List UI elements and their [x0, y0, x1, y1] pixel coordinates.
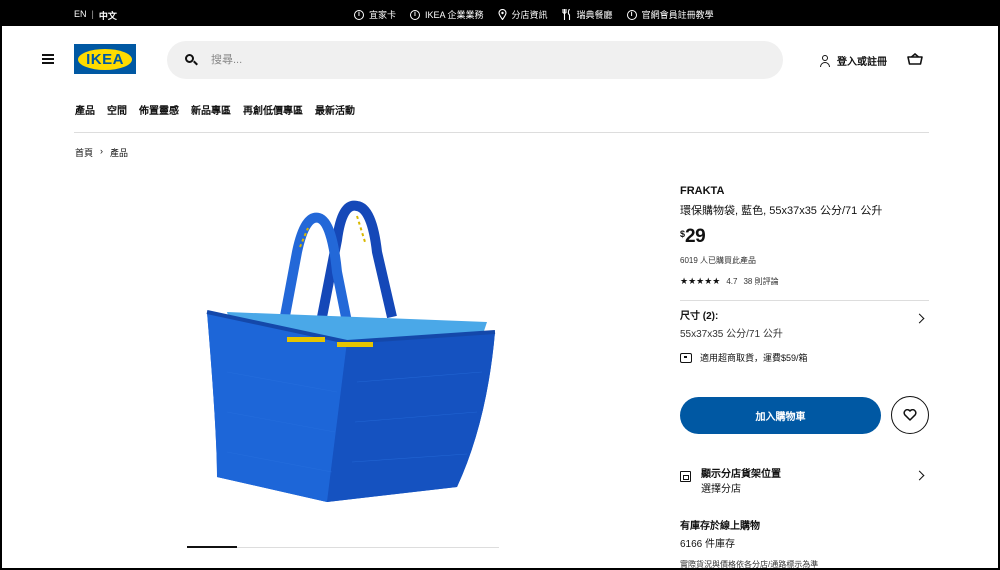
stock-note: 實際貨況與價格依各分店/通路標示為準 [680, 560, 819, 569]
top-link-ikea-card[interactable]: i 宜家卡 [354, 8, 396, 21]
language-switcher: EN | 中文 [74, 9, 117, 22]
ikea-logo[interactable]: IKEA [74, 44, 136, 74]
lang-zh[interactable]: 中文 [99, 9, 117, 22]
main-nav: 產品 空間 佈置靈感 新品專區 再創低價專區 最新活動 [2, 94, 998, 132]
fork-knife-icon [561, 9, 570, 20]
gallery-scroll-thumb[interactable] [187, 546, 237, 548]
info-icon: i [410, 9, 421, 20]
top-link-member-guide[interactable]: i 官網會員註冊教學 [626, 8, 714, 21]
menu-icon[interactable] [42, 54, 54, 64]
top-links: i 宜家卡 i IKEA 企業業務 分店資訊 瑞典餐廳 i 官網會員註冊教學 [354, 8, 714, 21]
stock-title: 有庫存於線上購物 [680, 521, 760, 532]
header-divider [74, 132, 929, 133]
top-bar: EN | 中文 i 宜家卡 i IKEA 企業業務 分店資訊 瑞典餐廳 i 官網… [2, 2, 998, 26]
size-selector[interactable]: 尺寸 (2): 55x37x35 公分/71 公升 [680, 307, 930, 340]
nav-item-new[interactable]: 新品專區 [191, 102, 231, 117]
breadcrumb-separator: › [100, 146, 104, 156]
product-description: 環保購物袋, 藍色, 55x37x35 公分/71 公升 [680, 205, 883, 217]
search-input[interactable] [211, 54, 711, 66]
price-amount: 29 [685, 226, 706, 247]
info-icon: i [354, 9, 364, 20]
package-icon [680, 352, 692, 363]
product-price: $ 29 [680, 226, 930, 248]
online-stock: 有庫存於線上購物 6166 件庫存 實際貨況與價格依各分店/通路標示為準 [680, 517, 819, 569]
store-shelf-icon [680, 471, 691, 482]
product-image-frakta-bag[interactable] [187, 192, 499, 547]
lang-en[interactable]: EN [74, 9, 87, 22]
logo-text: IKEA [78, 48, 132, 70]
lang-separator: | [91, 9, 94, 19]
top-link-label: 宜家卡 [369, 10, 397, 20]
user-icon [819, 54, 831, 67]
nav-item-rooms[interactable]: 空間 [107, 102, 127, 117]
top-link-restaurant[interactable]: 瑞典餐廳 [561, 8, 613, 21]
shopping-basket-icon[interactable] [907, 53, 923, 65]
info-icon: i [626, 9, 637, 20]
store-title: 顯示分店貨架位置 [701, 469, 781, 480]
page: EN | 中文 i 宜家卡 i IKEA 企業業務 分店資訊 瑞典餐廳 i 官網… [0, 0, 1000, 570]
heart-icon [903, 409, 917, 421]
nav-item-products[interactable]: 產品 [75, 102, 95, 117]
chevron-right-icon [914, 470, 925, 481]
purchase-count: 6019 人已購買此產品 [680, 256, 757, 265]
search-icon[interactable] [185, 54, 198, 66]
nav-item-events[interactable]: 最新活動 [315, 102, 355, 117]
login-label: 登入或註冊 [837, 57, 887, 68]
store-subtitle: 選擇分店 [701, 484, 741, 495]
breadcrumb-current[interactable]: 產品 [110, 146, 128, 159]
top-link-business[interactable]: i IKEA 企業業務 [410, 8, 484, 21]
login-button[interactable]: 登入或註冊 [819, 53, 887, 68]
favorite-button[interactable] [891, 396, 929, 434]
size-value: 55x37x35 公分/71 公升 [680, 329, 783, 340]
pickup-text: 適用超商取貨，運費$59/箱 [700, 353, 808, 363]
rating-value: 4.7 [726, 277, 738, 286]
top-link-label: 分店資訊 [511, 10, 548, 20]
product-info: FRAKTA 環保購物袋, 藍色, 55x37x35 公分/71 公升 $ 29… [680, 185, 930, 301]
top-link-stores[interactable]: 分店資訊 [497, 8, 548, 21]
info-divider [680, 300, 929, 301]
stock-value: 6166 件庫存 [680, 539, 736, 550]
breadcrumb: 首頁 › 產品 [75, 146, 128, 159]
header: IKEA 登入或註冊 [2, 26, 998, 94]
top-link-label: 官網會員註冊教學 [641, 10, 714, 20]
star-rating-icon: ★★★★★ [680, 276, 721, 286]
size-label: 尺寸 (2): [680, 311, 719, 322]
review-count: 38 則評論 [743, 277, 779, 286]
top-link-label: IKEA 企業業務 [425, 10, 484, 20]
add-to-cart-button[interactable]: 加入購物車 [680, 397, 881, 434]
product-name: FRAKTA [680, 185, 725, 197]
top-link-label: 瑞典餐廳 [576, 10, 613, 20]
breadcrumb-home[interactable]: 首頁 [75, 146, 93, 159]
pickup-info: 適用超商取貨，運費$59/箱 [680, 351, 808, 364]
rating-summary[interactable]: ★★★★★ 4.7 38 則評論 [680, 276, 930, 287]
nav-item-low-price[interactable]: 再創低價專區 [243, 102, 303, 117]
nav-item-inspiration[interactable]: 佈置靈感 [139, 102, 179, 117]
search-bar[interactable] [167, 41, 783, 79]
location-pin-icon [497, 9, 507, 20]
